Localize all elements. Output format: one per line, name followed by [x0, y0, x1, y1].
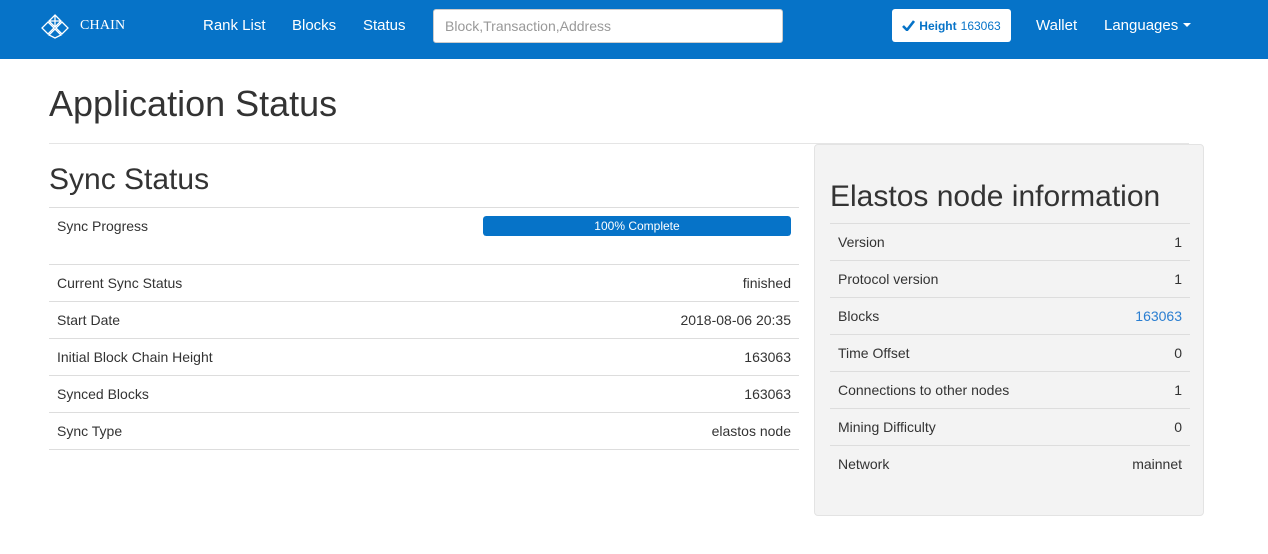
languages-dropdown[interactable]: Languages	[1104, 17, 1192, 35]
height-label: Height	[919, 18, 957, 33]
row-value: finished	[480, 264, 799, 302]
table-row: Time Offset 0	[830, 334, 1190, 372]
table-row: Start Date 2018-08-06 20:35	[49, 301, 799, 339]
table-row: Protocol version 1	[830, 260, 1190, 298]
sync-progress-fill: 100% Complete	[483, 216, 791, 236]
chain-logo-icon	[41, 14, 69, 39]
top-navbar: CHAIN Rank List Blocks Status Height 163…	[0, 0, 1268, 59]
table-row: Current Sync Status finished	[49, 264, 799, 302]
row-value: elastos node	[480, 412, 799, 450]
row-value: mainnet	[1096, 445, 1190, 483]
table-row: Connections to other nodes 1	[830, 371, 1190, 409]
row-label: Network	[830, 445, 1097, 483]
table-row: Mining Difficulty 0	[830, 408, 1190, 446]
table-row: Initial Block Chain Height 163063	[49, 338, 799, 376]
height-value: 163063	[960, 18, 1001, 33]
brand-name: CHAIN	[80, 18, 126, 33]
table-row: Sync Type elastos node	[49, 412, 799, 450]
sync-status-table: Sync Progress Current Sync Status finish…	[49, 207, 799, 450]
row-value: 1	[1096, 260, 1190, 298]
row-value: 163063	[480, 375, 799, 413]
blocks-link[interactable]: 163063	[1135, 308, 1182, 324]
row-value: 2018-08-06 20:35	[480, 301, 799, 339]
height-button[interactable]: Height 163063	[892, 9, 1011, 42]
sync-progress-bar: 100% Complete	[483, 216, 791, 236]
row-label: Current Sync Status	[49, 264, 481, 302]
row-value: 0	[1096, 334, 1190, 372]
table-row: Synced Blocks 163063	[49, 375, 799, 413]
row-label: Sync Type	[49, 412, 481, 450]
row-label: Connections to other nodes	[830, 371, 1097, 409]
brand-link[interactable]: CHAIN	[40, 12, 125, 40]
page-title: Application Status	[49, 83, 338, 124]
node-info-title: Elastos node information	[830, 180, 1161, 213]
table-row: Network mainnet	[830, 445, 1190, 483]
row-label: Blocks	[830, 297, 1097, 335]
row-value: 163063	[480, 338, 799, 376]
sync-status-title: Sync Status	[49, 163, 210, 196]
table-row: Version 1	[830, 223, 1190, 261]
nav-status[interactable]: Status	[363, 17, 406, 35]
row-label: Initial Block Chain Height	[49, 338, 481, 376]
node-info-table: Version 1 Protocol version 1 Blocks 1630…	[830, 223, 1190, 483]
row-label: Mining Difficulty	[830, 408, 1097, 446]
nav-blocks[interactable]: Blocks	[292, 17, 336, 35]
row-value: 1	[1096, 223, 1190, 261]
nav-rank-list[interactable]: Rank List	[203, 17, 266, 35]
languages-label: Languages	[1104, 17, 1179, 34]
row-label: Start Date	[49, 301, 481, 339]
row-label: Synced Blocks	[49, 375, 481, 413]
search-input[interactable]	[433, 9, 783, 43]
check-icon	[902, 20, 916, 31]
row-label: Protocol version	[830, 260, 1097, 298]
row-label: Version	[830, 223, 1097, 261]
sync-progress-label: Sync Progress	[49, 207, 481, 265]
table-row: Blocks 163063	[830, 297, 1190, 335]
caret-down-icon	[1183, 23, 1192, 28]
nav-wallet[interactable]: Wallet	[1036, 17, 1077, 35]
node-info-panel: Elastos node information Version 1 Proto…	[814, 144, 1204, 516]
row-value: 1	[1096, 371, 1190, 409]
row-label: Time Offset	[830, 334, 1097, 372]
row-value: 0	[1096, 408, 1190, 446]
